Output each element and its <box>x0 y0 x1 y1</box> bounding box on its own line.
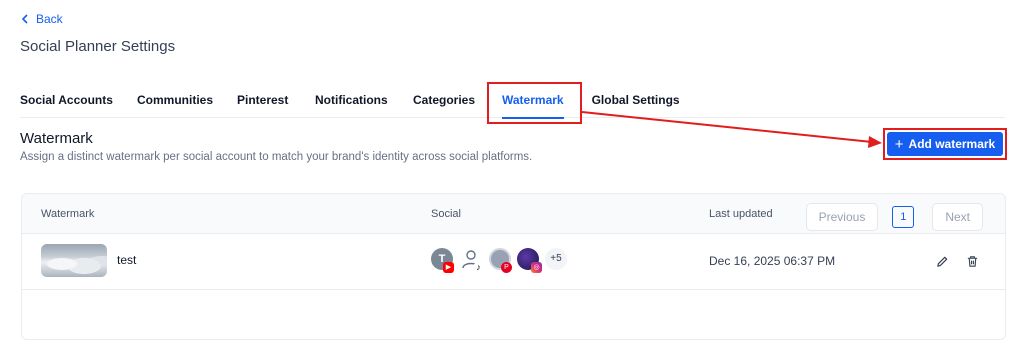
tab-social-accounts[interactable]: Social Accounts <box>20 82 137 118</box>
add-watermark-button[interactable]: + Add watermark <box>887 132 1003 156</box>
more-accounts-count: +5 <box>545 248 567 270</box>
tab-communities[interactable]: Communities <box>137 82 237 118</box>
trash-icon <box>967 255 977 267</box>
section-title: Watermark <box>20 130 93 147</box>
tab-categories[interactable]: Categories <box>413 82 502 118</box>
watermark-thumbnail <box>41 244 107 277</box>
next-page-button[interactable]: Next <box>932 203 983 231</box>
youtube-icon: ▶ <box>443 262 454 273</box>
column-header-last-updated: Last updated <box>709 208 773 220</box>
chevron-left-icon <box>21 14 28 24</box>
plus-icon: + <box>894 135 904 153</box>
watermark-name: test <box>117 253 137 267</box>
column-header-watermark: Watermark <box>41 208 95 220</box>
page-number[interactable]: 1 <box>892 206 915 228</box>
tab-watermark[interactable]: Watermark <box>502 82 564 119</box>
add-button-highlight-box: + Add watermark <box>883 128 1007 160</box>
settings-tabs: Social Accounts Communities Pinterest No… <box>20 82 1005 119</box>
pencil-icon <box>936 256 947 267</box>
tab-notifications[interactable]: Notifications <box>315 82 413 118</box>
last-updated-value: Dec 16, 2025 06:37 PM <box>709 254 836 268</box>
back-link[interactable]: Back <box>20 12 63 26</box>
back-label: Back <box>36 12 63 26</box>
tab-pinterest[interactable]: Pinterest <box>237 82 315 118</box>
pagination: Previous 1 Next <box>805 203 983 231</box>
table-row[interactable]: test T ▶ ♪ P ◎ +5 Dec 16, 2025 06:37 PM <box>22 234 1005 290</box>
instagram-icon: ◎ <box>531 262 542 273</box>
column-header-social: Social <box>431 208 461 220</box>
watermark-table: Watermark Social Last updated test T ▶ ♪… <box>21 193 1006 340</box>
tab-global-settings[interactable]: Global Settings <box>592 82 680 118</box>
pinterest-icon: P <box>501 262 512 273</box>
tiktok-icon: ♪ <box>473 262 484 273</box>
delete-button[interactable] <box>963 252 981 270</box>
page-title: Social Planner Settings <box>20 38 176 55</box>
edit-button[interactable] <box>933 252 951 270</box>
previous-page-button[interactable]: Previous <box>805 203 879 231</box>
section-description: Assign a distinct watermark per social a… <box>20 151 533 163</box>
add-watermark-label: Add watermark <box>908 137 996 151</box>
